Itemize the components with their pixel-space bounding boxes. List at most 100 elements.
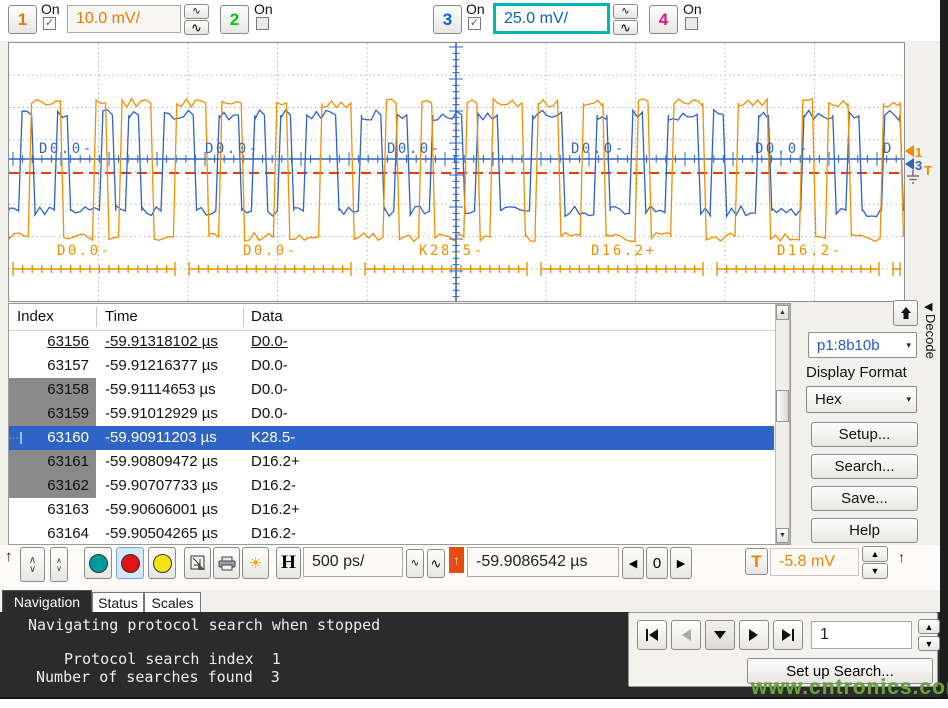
trigger-level-down-button[interactable]: ▼ [862, 563, 888, 579]
channel-4-on-checkbox[interactable] [685, 17, 698, 30]
print-button[interactable] [213, 547, 240, 579]
display-format-select[interactable]: Hex ▾ [806, 386, 917, 413]
cell-data[interactable]: D16.2- [251, 525, 296, 542]
cell-index[interactable]: 63159 [9, 402, 96, 426]
channel-4-button[interactable]: 4 [649, 5, 678, 34]
table-row[interactable]: 63156 -59.91318102 µs D0.0- [9, 330, 774, 354]
table-scrollbar[interactable]: ▲ ▼ [775, 304, 790, 544]
scrollbar-thumb[interactable] [776, 390, 789, 422]
single-button[interactable] [148, 547, 176, 579]
timebase-zoom-out-button[interactable]: ∿ [427, 549, 445, 578]
channel-1-on-checkbox[interactable]: ✓ [43, 17, 56, 30]
channel-1-scale-field[interactable]: 10.0 mV/ [67, 5, 181, 33]
table-row[interactable]: 63163 -59.90606001 µs D16.2+ [9, 498, 774, 522]
trigger-level-up-button[interactable]: ▲ [862, 546, 888, 562]
tab-navigation[interactable]: Navigation [2, 590, 92, 613]
help-button[interactable]: Help [811, 518, 918, 543]
cell-index[interactable]: 63162 [9, 474, 96, 498]
channel-3-scale-up-button[interactable]: ∿ [613, 4, 638, 19]
position-right-button[interactable]: ▶ [670, 547, 692, 579]
channel-3-button[interactable]: 3 [433, 5, 462, 34]
position-zero-button[interactable]: 0 [646, 547, 668, 579]
cell-time[interactable]: -59.91318102 µs [105, 333, 218, 350]
cell-time[interactable]: -59.90911203 µs [105, 429, 217, 446]
go-down-button[interactable] [705, 620, 735, 650]
search-index-field[interactable]: 1 [811, 621, 912, 649]
vertical-pan-buttons[interactable]: ∧ ∨ [20, 547, 45, 582]
column-divider[interactable] [243, 307, 244, 327]
horizontal-setup-button[interactable]: H [276, 547, 301, 579]
table-row[interactable]: 63159 -59.91012929 µs D0.0- [9, 402, 774, 426]
cell-data[interactable]: K28.5- [251, 429, 295, 446]
channel-1-scale-up-button[interactable]: ∿ [184, 4, 209, 19]
cell-time[interactable]: -59.90707733 µs [105, 477, 218, 494]
cell-data[interactable]: D0.0- [251, 381, 288, 398]
channel-3-scale-field[interactable]: 25.0 mV/ [493, 3, 610, 34]
table-row[interactable]: 63164 -59.90504265 µs D16.2- [9, 522, 774, 546]
timebase-field[interactable]: 500 ps/ [303, 547, 403, 577]
table-row[interactable]: 63157 -59.91216377 µs D0.0- [9, 354, 774, 378]
go-previous-button[interactable] [671, 620, 701, 650]
go-next-button[interactable] [739, 620, 769, 650]
table-row-selected[interactable]: 63160 -59.90911203 µs K28.5- [9, 426, 774, 450]
column-header-data[interactable]: Data [251, 308, 283, 325]
timebase-zoom-in-button[interactable]: ∿ [406, 549, 424, 578]
panel-collapse-button[interactable] [893, 300, 918, 326]
column-header-index[interactable]: Index [17, 308, 54, 325]
scroll-up-button[interactable]: ▲ [776, 305, 789, 320]
cell-index[interactable]: 63160 [9, 429, 89, 446]
cell-time[interactable]: -59.90606001 µs [105, 501, 218, 518]
table-row[interactable]: 63162 -59.90707733 µs D16.2- [9, 474, 774, 498]
cell-time[interactable]: -59.91216377 µs [105, 357, 218, 374]
index-spin-down-button[interactable]: ▼ [918, 636, 940, 651]
cell-index[interactable]: 63158 [9, 378, 96, 402]
channel-2-on-checkbox[interactable] [256, 17, 269, 30]
trigger-setup-button[interactable]: T [745, 548, 768, 575]
table-row[interactable]: 63158 -59.91114653 µs D0.0- [9, 378, 774, 402]
cell-index[interactable]: 63156 [9, 333, 89, 350]
cell-data[interactable]: D0.0- [251, 333, 288, 350]
cell-index[interactable]: 63157 [9, 357, 89, 374]
cell-index[interactable]: 63161 [9, 450, 96, 474]
tab-scales[interactable]: Scales [144, 592, 201, 613]
cell-index[interactable]: 63164 [9, 525, 89, 542]
run-button[interactable] [84, 547, 112, 579]
cell-time[interactable]: -59.90504265 µs [105, 525, 218, 542]
channel-2-button[interactable]: 2 [220, 5, 249, 34]
screen-capture-button[interactable] [184, 547, 211, 579]
stop-button[interactable] [116, 547, 144, 579]
cell-data[interactable]: D0.0- [251, 405, 288, 422]
column-divider[interactable] [96, 307, 97, 327]
trigger-position-marker[interactable]: ↑ [449, 547, 464, 573]
decode-bus-select[interactable]: p1:8b10b ▾ [808, 332, 917, 358]
search-button[interactable]: Search... [811, 454, 918, 479]
cell-time[interactable]: -59.91114653 µs [105, 381, 216, 398]
tab-status[interactable]: Status [92, 592, 144, 613]
cell-time[interactable]: -59.91012929 µs [105, 405, 218, 422]
decode-side-tab[interactable]: ◀ Decode [922, 300, 939, 430]
channel-3-on-checkbox[interactable]: ✓ [468, 17, 481, 30]
scroll-down-button[interactable]: ▼ [776, 528, 789, 543]
cell-data[interactable]: D16.2- [251, 477, 296, 494]
cell-data[interactable]: D16.2+ [251, 501, 300, 518]
cell-data[interactable]: D0.0- [251, 357, 288, 374]
clear-display-button[interactable]: ☀ [242, 547, 269, 579]
cell-time[interactable]: -59.90809472 µs [105, 453, 218, 470]
trigger-level-field[interactable]: -5.8 mV [770, 548, 859, 576]
position-left-button[interactable]: ◀ [622, 547, 644, 579]
waveform-display[interactable]: D0.0- D0.0- D0.0- D0.0- D0.0- D D0.0- D0… [8, 42, 905, 302]
save-button[interactable]: Save... [811, 486, 918, 511]
index-spin-up-button[interactable]: ▲ [918, 619, 940, 634]
go-first-button[interactable] [637, 620, 667, 650]
channel-1-button[interactable]: 1 [8, 5, 37, 34]
cell-data[interactable]: D16.2+ [251, 453, 300, 470]
horizontal-position-field[interactable]: -59.9086542 µs [467, 547, 619, 577]
cell-index[interactable]: 63163 [9, 501, 89, 518]
column-header-time[interactable]: Time [105, 308, 138, 325]
setup-button[interactable]: Setup... [811, 422, 918, 447]
vertical-fine-pan-buttons[interactable]: ∧ ∨ [50, 547, 68, 582]
channel-3-scale-down-button[interactable]: ∿ [613, 20, 638, 35]
go-last-button[interactable] [773, 620, 803, 650]
table-row[interactable]: 63161 -59.90809472 µs D16.2+ [9, 450, 774, 474]
channel-1-scale-down-button[interactable]: ∿ [184, 20, 209, 35]
